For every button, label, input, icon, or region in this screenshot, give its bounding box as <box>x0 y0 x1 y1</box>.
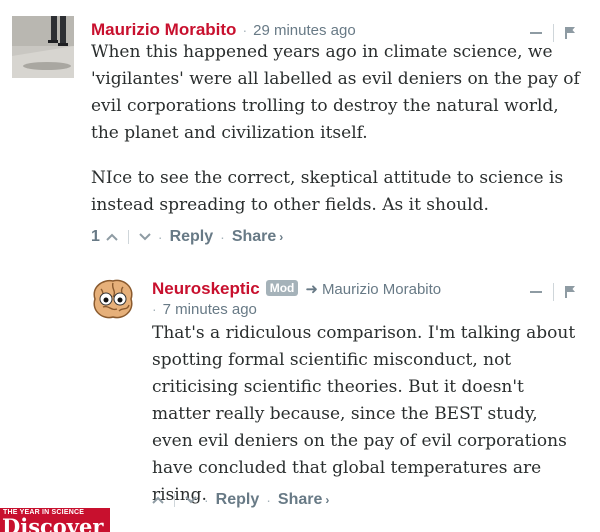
chevron-down-icon <box>185 496 197 504</box>
comment-body: When this happened years ago in climate … <box>91 39 586 219</box>
reply-to-name: Maurizio Morabito <box>321 281 442 298</box>
share-button[interactable]: Share › <box>278 491 329 509</box>
chevron-up-icon <box>106 233 118 241</box>
divider <box>174 493 175 507</box>
flag-icon[interactable] <box>565 286 575 298</box>
logo-wordmark: Discover <box>2 514 104 532</box>
share-button[interactable]: Share › <box>232 228 283 246</box>
comment-meta-time: · 7 minutes ago <box>152 301 257 318</box>
chevron-up-icon <box>152 496 164 504</box>
separator-dot: · <box>220 229 225 245</box>
avatar[interactable] <box>12 16 74 78</box>
arrow-right-icon: ➜ <box>305 281 318 298</box>
minus-icon[interactable] <box>530 32 542 34</box>
flag-icon[interactable] <box>565 27 575 39</box>
author-name[interactable]: Neuroskeptic <box>152 279 260 299</box>
comment-body: That's a ridiculous comparison. I'm talk… <box>152 320 582 509</box>
chevron-down-icon <box>139 233 151 241</box>
separator-dot: · <box>204 492 209 508</box>
separator-dot: · <box>242 22 248 38</box>
comment-paragraph: When this happened years ago in climate … <box>91 42 580 143</box>
divider <box>127 230 129 244</box>
comment-paragraph: That's a ridiculous comparison. I'm talk… <box>152 323 576 505</box>
separator-dot: · <box>266 492 271 508</box>
avatar[interactable] <box>89 275 137 323</box>
comment-actions: 1 · Reply · Share › <box>91 228 283 246</box>
mod-badge: Mod <box>265 280 299 296</box>
minus-icon[interactable] <box>530 291 542 293</box>
reply-to-link[interactable]: ➜ Maurizio Morabito <box>305 280 441 298</box>
reply-button[interactable]: Reply <box>170 228 214 246</box>
separator-dot: · <box>157 229 163 245</box>
author-name[interactable]: Maurizio Morabito <box>91 20 236 40</box>
comment-meta: Neuroskeptic Mod ➜ Maurizio Morabito <box>152 279 441 299</box>
downvote-button[interactable] <box>185 496 197 504</box>
comment-actions: · Reply · Share › <box>152 491 329 509</box>
discover-logo[interactable]: THE YEAR IN SCIENCE Discover <box>0 508 110 532</box>
upvote-button[interactable] <box>106 233 118 241</box>
comment-meta: Maurizio Morabito · 29 minutes ago <box>91 20 356 40</box>
chevron-right-icon: › <box>279 230 284 244</box>
timestamp[interactable]: 29 minutes ago <box>253 22 356 39</box>
divider <box>553 283 554 301</box>
timestamp[interactable]: 7 minutes ago <box>163 301 257 318</box>
downvote-button[interactable] <box>139 233 151 241</box>
vote-count: 1 <box>91 228 100 245</box>
share-label: Share <box>277 491 323 508</box>
share-label: Share <box>231 228 277 245</box>
upvote-button[interactable] <box>152 496 164 504</box>
separator-dot: · <box>152 301 157 317</box>
comment-paragraph: NIce to see the correct, skeptical attit… <box>91 168 564 215</box>
chevron-right-icon: › <box>325 493 330 507</box>
reply-button[interactable]: Reply <box>216 491 260 509</box>
comment-controls <box>530 283 575 301</box>
